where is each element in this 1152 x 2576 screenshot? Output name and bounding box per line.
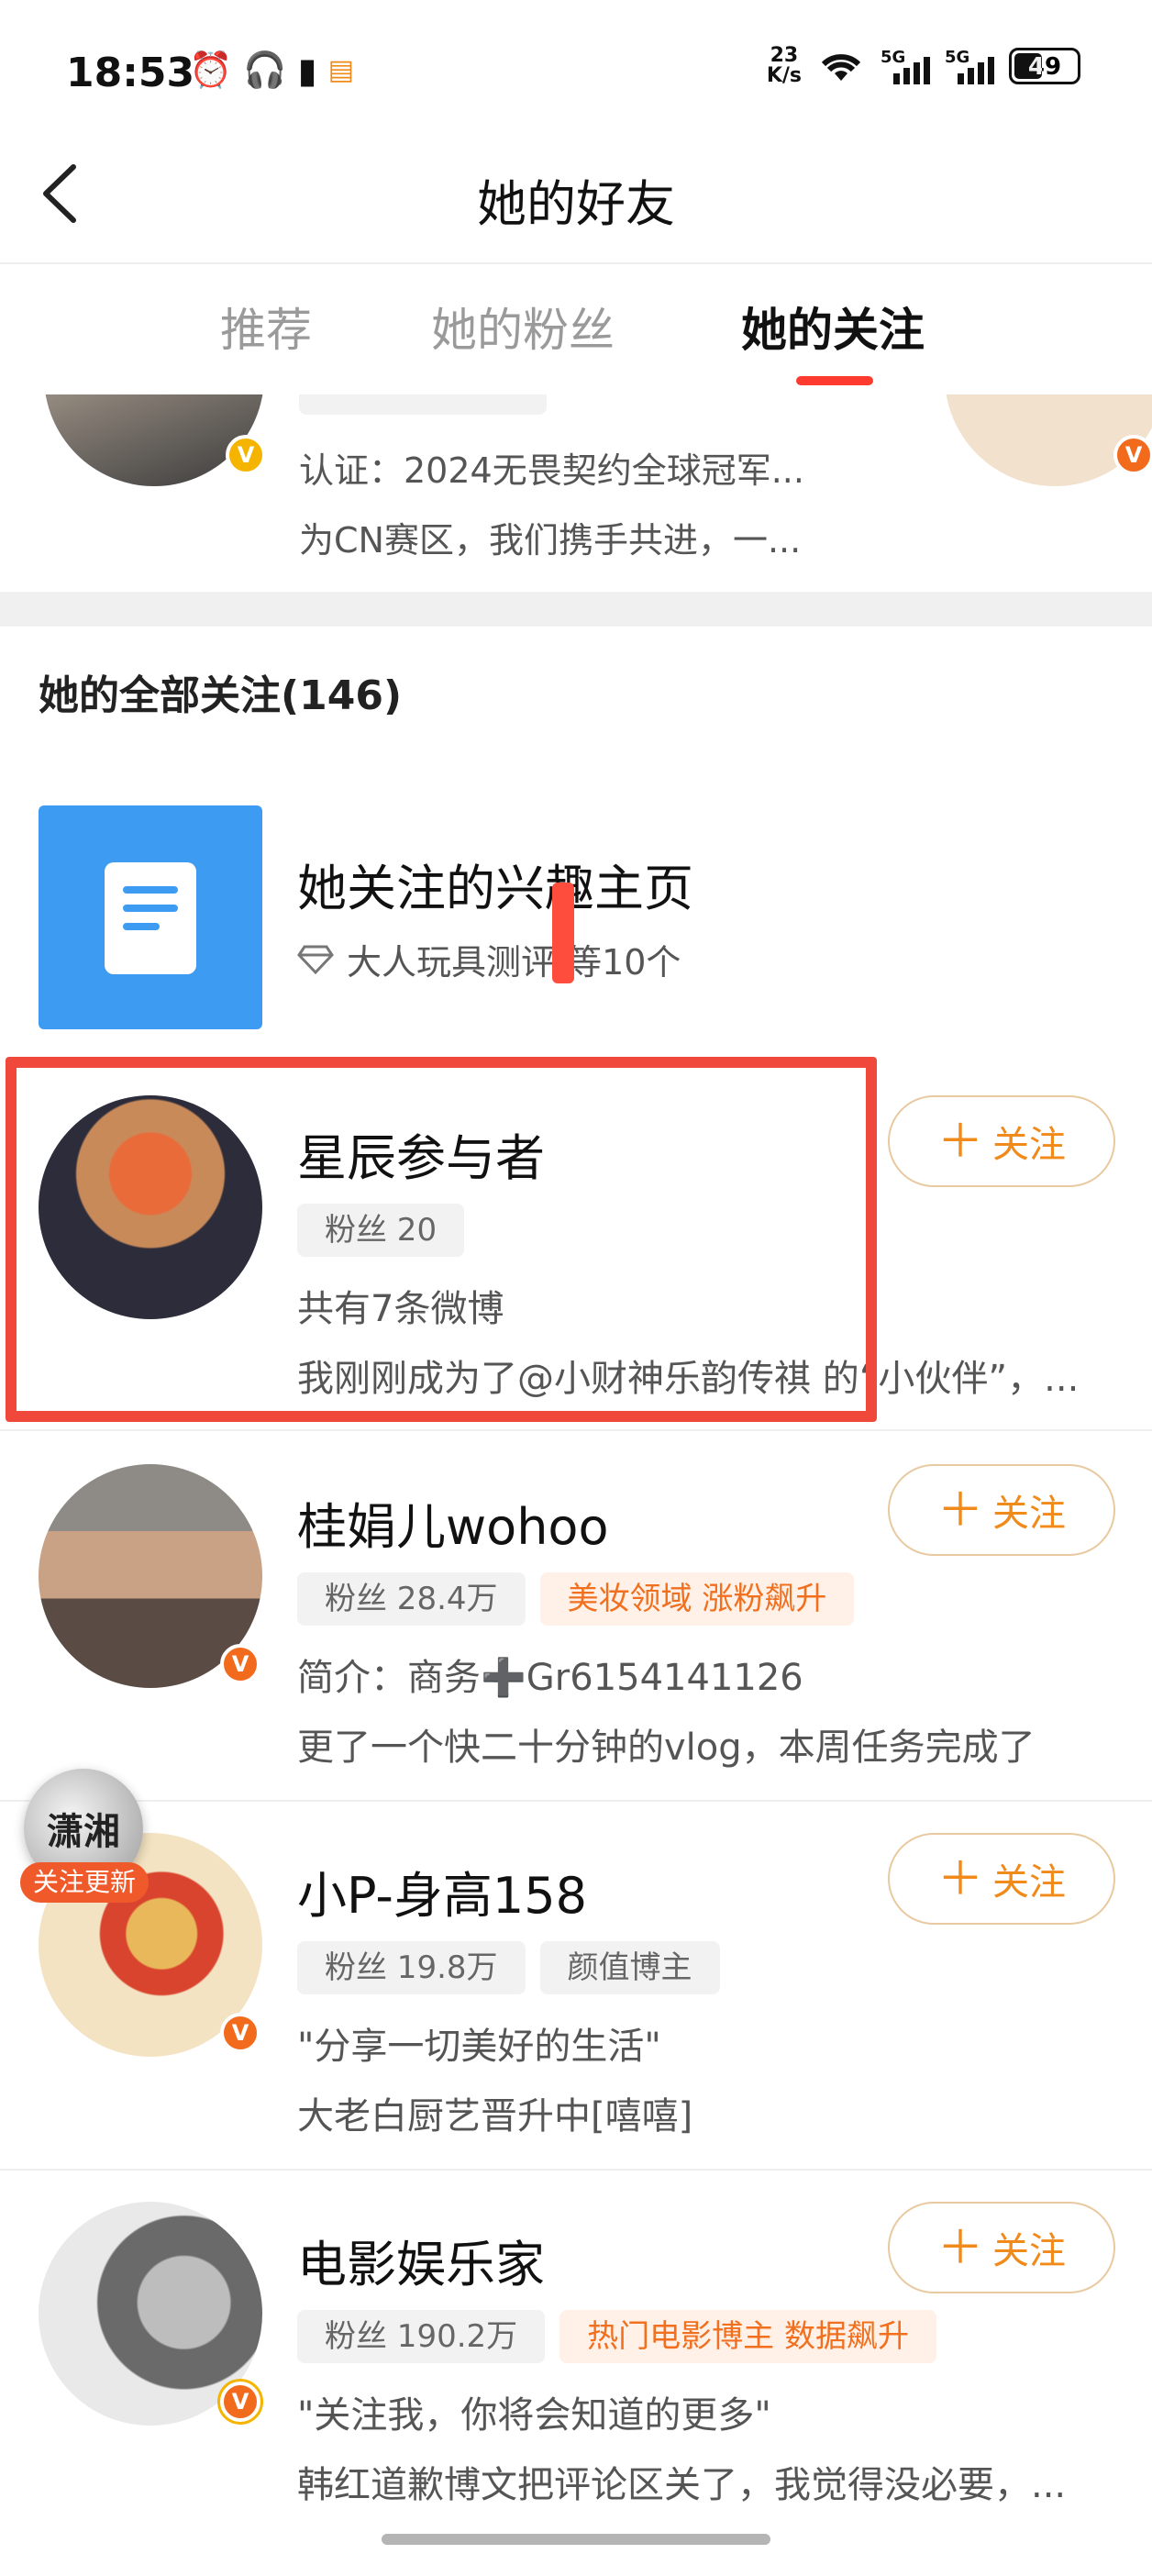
verified-badge-icon: V — [220, 2013, 260, 2053]
wifi-icon — [821, 54, 861, 81]
plus-icon: ＋ — [937, 1115, 983, 1168]
tab-her-fans[interactable]: 她的粉丝 — [431, 294, 615, 360]
divider — [0, 1429, 1152, 1431]
follow-button[interactable]: ＋ 关注 — [888, 1095, 1115, 1187]
verified-badge-icon: V — [1113, 435, 1152, 475]
user-name[interactable]: 小P-身高158 — [297, 1855, 587, 1927]
battery-saver-icon: ▮ — [297, 50, 317, 91]
fans-tag: 粉丝 190.2万 — [297, 2310, 546, 2363]
follow-button[interactable]: ＋ 关注 — [888, 1833, 1115, 1925]
tab-her-following[interactable]: 她的关注 — [741, 294, 925, 360]
category-tag: 颜值博主 — [539, 1941, 720, 1994]
signal-sim2-icon: 5G — [945, 48, 994, 84]
scroll-marker — [552, 883, 574, 983]
follow-label: 关注 — [992, 1493, 1066, 1535]
status-right-icons: 23 K/s 5G 5G 49 — [767, 46, 1080, 86]
section-separator — [0, 592, 1152, 627]
recommended-card[interactable]: V 认证：2024无畏契约全球冠军... 为CN赛区，我们携手共进，一... V — [0, 394, 1152, 592]
divider — [0, 262, 1152, 264]
tab-recommend[interactable]: 推荐 — [220, 294, 312, 360]
plus-icon: ＋ — [937, 1852, 983, 1905]
network-speed: 23 K/s — [767, 46, 802, 86]
interest-pages-icon[interactable] — [39, 805, 262, 1029]
headphones-icon: 🎧 — [243, 50, 287, 90]
verified-badge-icon: V — [226, 435, 266, 475]
verified-badge-icon: V — [220, 1644, 260, 1684]
status-bar: 18:53 ⏰ 🎧 ▮ ▤ 23 K/s 5G 5G 49 — [0, 0, 1152, 138]
tag-row: 粉丝 28.4万 美妆领域 涨粉飙升 — [297, 1572, 855, 1626]
signal-sim1-icon: 5G — [881, 48, 930, 84]
sim2-label: 5G — [945, 48, 970, 67]
plus-icon: ＋ — [937, 2221, 983, 2274]
network-speed-value: 23 — [770, 44, 799, 67]
category-tag: 美妆领域 涨粉飙升 — [539, 1572, 855, 1626]
latest-post: 韩红道歉博文把评论区关了，我觉得没必要，... — [297, 2464, 1067, 2506]
tag-row: 粉丝 190.2万 热门电影博主 数据飙升 — [297, 2310, 936, 2363]
status-left-icons: ⏰ 🎧 ▮ ▤ — [189, 50, 354, 91]
battery-level: 49 — [1027, 53, 1062, 81]
follow-label: 关注 — [992, 1124, 1066, 1166]
follow-label: 关注 — [992, 2230, 1066, 2272]
diamond-icon — [297, 945, 334, 974]
fans-tag: 粉丝 19.8万 — [297, 1941, 526, 1994]
interest-pages-summary: 大人玩具测评 等10个 — [297, 934, 681, 984]
highlight-annotation — [6, 1057, 877, 1422]
user-bio: "分享一切美好的生活" — [297, 2026, 661, 2068]
user-name[interactable]: 电影娱乐家 — [297, 2224, 545, 2296]
active-tab-indicator — [796, 376, 873, 385]
verified-badge-icon: V — [220, 2382, 260, 2422]
network-speed-unit: K/s — [766, 64, 802, 87]
document-icon — [105, 862, 196, 974]
user-bio: "关注我，你将会知道的更多" — [297, 2394, 771, 2437]
interest-pages-subtitle: 大人玩具测评 等10个 — [347, 942, 681, 983]
user-name[interactable]: 桂娟儿wohoo — [297, 1486, 609, 1559]
status-time: 18:53 — [66, 50, 195, 96]
verification-text: 认证：2024无畏契约全球冠军... — [299, 450, 804, 491]
battery-icon: 49 — [1009, 48, 1080, 84]
fans-tag: 粉丝 28.4万 — [297, 1572, 526, 1626]
sim1-label: 5G — [881, 48, 906, 67]
description-text: 为CN赛区，我们携手共进，一... — [299, 520, 802, 561]
latest-post: 大老白厨艺晋升中[嘻嘻] — [297, 2095, 693, 2137]
follow-update-floating-button[interactable]: 潇湘 关注更新 — [0, 1760, 156, 1906]
category-tag: 热门电影博主 数据飙升 — [559, 2310, 936, 2363]
follow-button[interactable]: ＋ 关注 — [888, 2202, 1115, 2293]
home-indicator[interactable] — [382, 2534, 770, 2545]
latest-post: 更了一个快二十分钟的vlog，本周任务完成了 — [297, 1727, 1036, 1769]
alarm-icon: ⏰ — [189, 50, 233, 90]
follow-label: 关注 — [992, 1861, 1066, 1904]
fans-tag — [299, 394, 547, 415]
plus-icon: ＋ — [937, 1483, 983, 1537]
follow-button[interactable]: ＋ 关注 — [888, 1464, 1115, 1556]
app-notification-icon: ▤ — [327, 54, 354, 86]
divider — [0, 1800, 1152, 1802]
divider — [0, 2169, 1152, 2171]
follow-update-label: 关注更新 — [20, 1862, 150, 1903]
user-bio: 简介：商务➕Gr6154141126 — [297, 1657, 803, 1699]
tag-row: 粉丝 19.8万 颜值博主 — [297, 1941, 720, 1994]
page-title: 她的好友 — [477, 175, 675, 233]
interest-pages-title[interactable]: 她关注的兴趣主页 — [297, 848, 693, 920]
tab-bar: 推荐 她的粉丝 她的关注 — [0, 294, 1152, 394]
section-title: 她的全部关注(146) — [39, 672, 403, 719]
